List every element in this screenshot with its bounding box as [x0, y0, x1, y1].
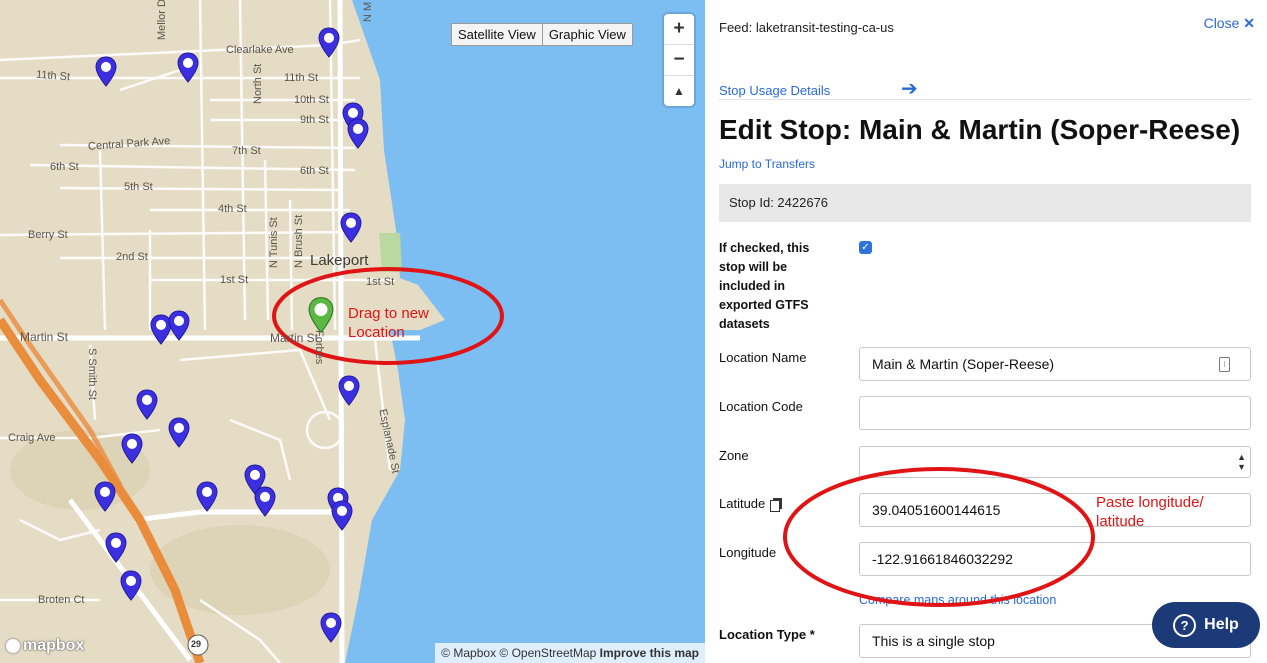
street-label: S Smith St: [86, 348, 98, 400]
street-label: 5th St: [124, 181, 153, 193]
annotation-drag: Drag to new Location: [348, 305, 429, 341]
export-checkbox-label: If checked, this stop will be included i…: [719, 241, 810, 331]
latitude-label-row: Latitude: [719, 496, 782, 512]
help-icon: ?: [1173, 613, 1197, 637]
attribution-text[interactable]: © Mapbox © OpenStreetMap: [441, 646, 596, 660]
compass-icon: ▲: [673, 84, 685, 98]
close-icon: ✕: [1243, 15, 1255, 31]
close-button[interactable]: Close ✕: [1204, 15, 1255, 32]
map-view-toggle: Satellite View Graphic View: [451, 23, 633, 46]
stop-marker[interactable]: [121, 433, 143, 464]
stop-marker[interactable]: [331, 500, 353, 531]
feed-label: Feed: laketransit-testing-ca-us: [719, 20, 894, 35]
edit-stop-panel: Feed: laketransit-testing-ca-us Close ✕ …: [705, 0, 1267, 663]
street-label: 9th St: [300, 114, 329, 126]
mapbox-logo[interactable]: mapbox: [6, 637, 84, 655]
mapbox-logo-icon: [6, 639, 20, 653]
stop-marker[interactable]: [105, 532, 127, 563]
stop-marker[interactable]: [95, 56, 117, 87]
stop-marker[interactable]: [340, 212, 362, 243]
compass-button[interactable]: ▲: [664, 75, 694, 106]
street-label: 6th St: [300, 165, 329, 177]
street-label: North St: [252, 63, 264, 104]
graphic-view-button[interactable]: Graphic View: [542, 23, 633, 46]
street-label: 7th St: [232, 145, 261, 157]
street-label: Broten Ct: [38, 594, 85, 606]
zoom-out-button[interactable]: −: [664, 44, 694, 75]
close-label: Close: [1203, 15, 1240, 31]
street-label: Forbes: [313, 330, 325, 365]
stop-marker[interactable]: [177, 52, 199, 83]
stop-usage-details-link[interactable]: Stop Usage Details: [719, 83, 830, 98]
stop-marker[interactable]: [254, 486, 276, 517]
location-type-value: This is a single stop: [872, 633, 995, 649]
street-label: 11th St: [35, 68, 71, 84]
stop-marker[interactable]: [318, 27, 340, 58]
stop-id-banner: Stop Id: 2422676: [719, 184, 1251, 222]
stop-marker[interactable]: [347, 118, 369, 149]
stop-marker[interactable]: [338, 375, 360, 406]
longitude-label: Longitude: [719, 545, 777, 560]
annotation-paste: Paste longitude/ latitude: [1096, 494, 1204, 530]
stop-marker[interactable]: [168, 310, 190, 341]
select-arrows-icon: ▲ ▼: [1237, 452, 1246, 472]
stop-marker[interactable]: [120, 570, 142, 601]
selected-stop-marker[interactable]: [308, 296, 334, 334]
street-label: 4th St: [218, 203, 247, 215]
stop-marker[interactable]: [136, 389, 158, 420]
street-label: Craig Ave: [8, 432, 56, 444]
export-checkbox[interactable]: ✓: [859, 241, 872, 254]
stop-marker[interactable]: [320, 612, 342, 643]
stop-marker[interactable]: [94, 481, 116, 512]
help-button[interactable]: ? Help: [1152, 602, 1260, 648]
street-label: 1st St: [366, 276, 395, 288]
improve-map-link[interactable]: Improve this map: [600, 646, 699, 660]
zone-label: Zone: [719, 448, 749, 463]
location-name-field[interactable]: Main & Martin (Soper-Reese) ⁝: [859, 347, 1251, 381]
location-code-label: Location Code: [719, 399, 803, 414]
zoom-control: + − ▲: [664, 14, 694, 106]
keyboard-icon: ⁝: [1219, 357, 1230, 372]
street-label: 6th St: [50, 161, 79, 173]
divider: [719, 99, 1251, 100]
location-name-value: Main & Martin (Soper-Reese): [872, 356, 1055, 372]
street-label: N M: [362, 1, 374, 22]
latitude-label: Latitude: [719, 496, 766, 511]
help-label: Help: [1204, 616, 1239, 633]
street-label: 2nd St: [116, 251, 148, 263]
annotation-ellipse: [783, 467, 1095, 607]
page-title: Edit Stop: Main & Martin (Soper-Reese): [719, 114, 1241, 145]
street-label: Martin St: [20, 330, 69, 344]
location-code-field[interactable]: [859, 396, 1251, 430]
place-label: Lakeport: [310, 252, 369, 269]
jump-to-transfers-link[interactable]: Jump to Transfers: [719, 157, 815, 171]
location-name-label: Location Name: [719, 350, 807, 365]
location-type-label: Location Type *: [719, 627, 815, 642]
street-label: 11th St: [284, 72, 319, 84]
street-label: Berry St: [28, 229, 68, 241]
arrow-right-icon[interactable]: ➔: [901, 76, 918, 101]
map-attribution: © Mapbox © OpenStreetMap Improve this ma…: [435, 643, 705, 663]
mapbox-logo-text: mapbox: [23, 637, 85, 654]
highway-shield: 29: [191, 639, 202, 649]
satellite-view-button[interactable]: Satellite View: [451, 23, 543, 46]
street-label: Clearlake Ave: [226, 44, 294, 56]
street-label: N Tunis St: [268, 217, 280, 268]
street-label: 1st St: [220, 274, 249, 286]
map-view[interactable]: 11th St 11th St Clearlake Ave 10th St 9t…: [0, 0, 705, 663]
street-label: 10th St: [294, 94, 329, 106]
stop-marker[interactable]: [196, 481, 218, 512]
stop-marker[interactable]: [168, 417, 190, 448]
street-label: Mellor Dr: [156, 0, 168, 40]
zoom-in-button[interactable]: +: [664, 14, 694, 44]
street-label: N Brush St: [293, 214, 305, 268]
